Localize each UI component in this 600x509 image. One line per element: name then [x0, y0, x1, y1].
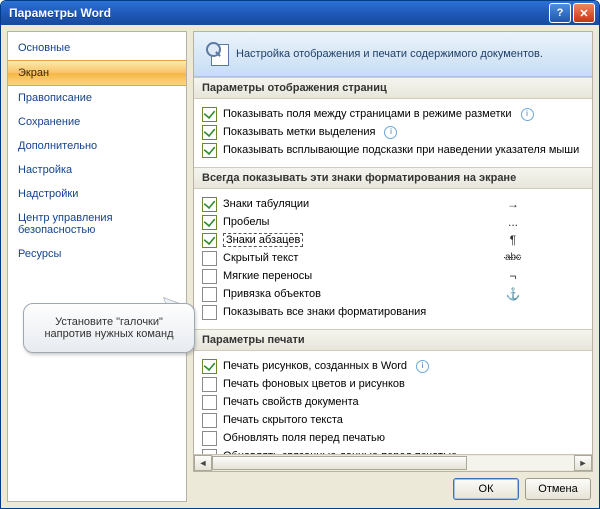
- checkbox[interactable]: [202, 359, 217, 374]
- formatting-symbol: ⚓: [502, 286, 524, 302]
- sidebar-item-advanced[interactable]: Дополнительно: [8, 134, 186, 158]
- option-row: Мягкие переносы ¬: [202, 267, 584, 285]
- scroll-track[interactable]: [212, 456, 574, 470]
- callout-text: Установите "галочки" напротив нужных ком…: [44, 316, 173, 340]
- option-row: Печать скрытого текста: [202, 411, 584, 429]
- sidebar-item-general[interactable]: Основные: [8, 36, 186, 60]
- option-row: Обновлять связанные данные перед печатью: [202, 447, 584, 454]
- section-print-head: Параметры печати: [194, 329, 592, 351]
- checkbox[interactable]: [202, 215, 217, 230]
- option-row: Привязка объектов ⚓: [202, 285, 584, 303]
- option-label[interactable]: Скрытый текст: [223, 250, 298, 266]
- dialog-buttons: ОК Отмена: [193, 472, 593, 502]
- sidebar-item-addins[interactable]: Надстройки: [8, 182, 186, 206]
- main-panel: Настройка отображения и печати содержимо…: [193, 31, 593, 502]
- sidebar-item-display[interactable]: Экран: [8, 60, 186, 86]
- checkbox[interactable]: [202, 431, 217, 446]
- ok-button[interactable]: ОК: [453, 478, 519, 500]
- checkbox[interactable]: [202, 107, 217, 122]
- instruction-callout: Установите "галочки" напротив нужных ком…: [23, 303, 195, 353]
- option-label[interactable]: Печать рисунков, созданных в Word: [223, 358, 407, 374]
- checkbox[interactable]: [202, 125, 217, 140]
- option-row: Показывать метки выделения i: [202, 123, 584, 141]
- sidebar-item-trust[interactable]: Центр управления безопасностью: [8, 206, 186, 242]
- panel-title: Настройка отображения и печати содержимо…: [236, 48, 543, 60]
- checkbox[interactable]: [202, 287, 217, 302]
- horizontal-scrollbar[interactable]: ◄ ►: [194, 454, 592, 471]
- checkbox[interactable]: [202, 395, 217, 410]
- formatting-symbol: ¶: [502, 232, 524, 248]
- option-label[interactable]: Печать скрытого текста: [223, 412, 343, 428]
- option-label[interactable]: Знаки абзацев: [223, 232, 303, 248]
- formatting-symbol: →: [502, 196, 524, 212]
- option-label[interactable]: Знаки табуляции: [223, 196, 309, 212]
- checkbox[interactable]: [202, 269, 217, 284]
- sidebar-item-save[interactable]: Сохранение: [8, 110, 186, 134]
- magnifier-document-icon: [206, 42, 228, 66]
- option-label[interactable]: Показывать метки выделения: [223, 124, 375, 140]
- titlebar[interactable]: Параметры Word ? ✕: [1, 1, 599, 25]
- option-label[interactable]: Привязка объектов: [223, 286, 321, 302]
- option-row: Показывать поля между страницами в режим…: [202, 105, 584, 123]
- sidebar: Основные Экран Правописание Сохранение Д…: [7, 31, 187, 502]
- window-title: Параметры Word: [9, 6, 547, 20]
- panel-header: Настройка отображения и печати содержимо…: [194, 32, 592, 77]
- cancel-button[interactable]: Отмена: [525, 478, 591, 500]
- option-row: Знаки табуляции →: [202, 195, 584, 213]
- option-row: Печать рисунков, созданных в Word i: [202, 357, 584, 375]
- checkbox[interactable]: [202, 413, 217, 428]
- option-row: Печать фоновых цветов и рисунков: [202, 375, 584, 393]
- formatting-symbol: abc: [502, 250, 524, 266]
- scroll-thumb[interactable]: [212, 456, 467, 470]
- checkbox[interactable]: [202, 197, 217, 212]
- option-label[interactable]: Показывать всплывающие подсказки при нав…: [223, 142, 579, 158]
- option-label[interactable]: Показывать все знаки форматирования: [223, 304, 426, 320]
- option-label[interactable]: Мягкие переносы: [223, 268, 312, 284]
- info-icon[interactable]: i: [521, 108, 534, 121]
- option-label[interactable]: Печать фоновых цветов и рисунков: [223, 376, 405, 392]
- info-icon[interactable]: i: [416, 360, 429, 373]
- option-row: Показывать все знаки форматирования: [202, 303, 584, 321]
- option-row: Скрытый текст abc: [202, 249, 584, 267]
- sidebar-item-resources[interactable]: Ресурсы: [8, 242, 186, 266]
- option-row: Печать свойств документа: [202, 393, 584, 411]
- option-row: Знаки абзацев ¶: [202, 231, 584, 249]
- option-row: Пробелы...: [202, 213, 584, 231]
- scroll-left-button[interactable]: ◄: [194, 455, 212, 471]
- checkbox[interactable]: [202, 233, 217, 248]
- formatting-symbol: ...: [502, 214, 524, 230]
- checkbox[interactable]: [202, 449, 217, 455]
- dialog-window: Параметры Word ? ✕ Основные Экран Правоп…: [0, 0, 600, 509]
- sidebar-item-customize[interactable]: Настройка: [8, 158, 186, 182]
- close-button[interactable]: ✕: [573, 3, 595, 23]
- sidebar-item-proofing[interactable]: Правописание: [8, 86, 186, 110]
- info-icon[interactable]: i: [384, 126, 397, 139]
- checkbox[interactable]: [202, 251, 217, 266]
- scroll-right-button[interactable]: ►: [574, 455, 592, 471]
- option-label[interactable]: Показывать поля между страницами в режим…: [223, 106, 512, 122]
- checkbox[interactable]: [202, 305, 217, 320]
- option-row: Показывать всплывающие подсказки при нав…: [202, 141, 584, 159]
- option-row: Обновлять поля перед печатью: [202, 429, 584, 447]
- help-button[interactable]: ?: [549, 3, 571, 23]
- option-label[interactable]: Пробелы: [223, 214, 269, 230]
- checkbox[interactable]: [202, 143, 217, 158]
- formatting-symbol: ¬: [502, 268, 524, 284]
- option-label[interactable]: Обновлять поля перед печатью: [223, 430, 385, 446]
- checkbox[interactable]: [202, 377, 217, 392]
- option-label[interactable]: Печать свойств документа: [223, 394, 359, 410]
- options-scroll: Параметры отображения страниц Показывать…: [194, 77, 592, 454]
- section-display-head: Параметры отображения страниц: [194, 77, 592, 99]
- section-marks-head: Всегда показывать эти знаки форматирован…: [194, 167, 592, 189]
